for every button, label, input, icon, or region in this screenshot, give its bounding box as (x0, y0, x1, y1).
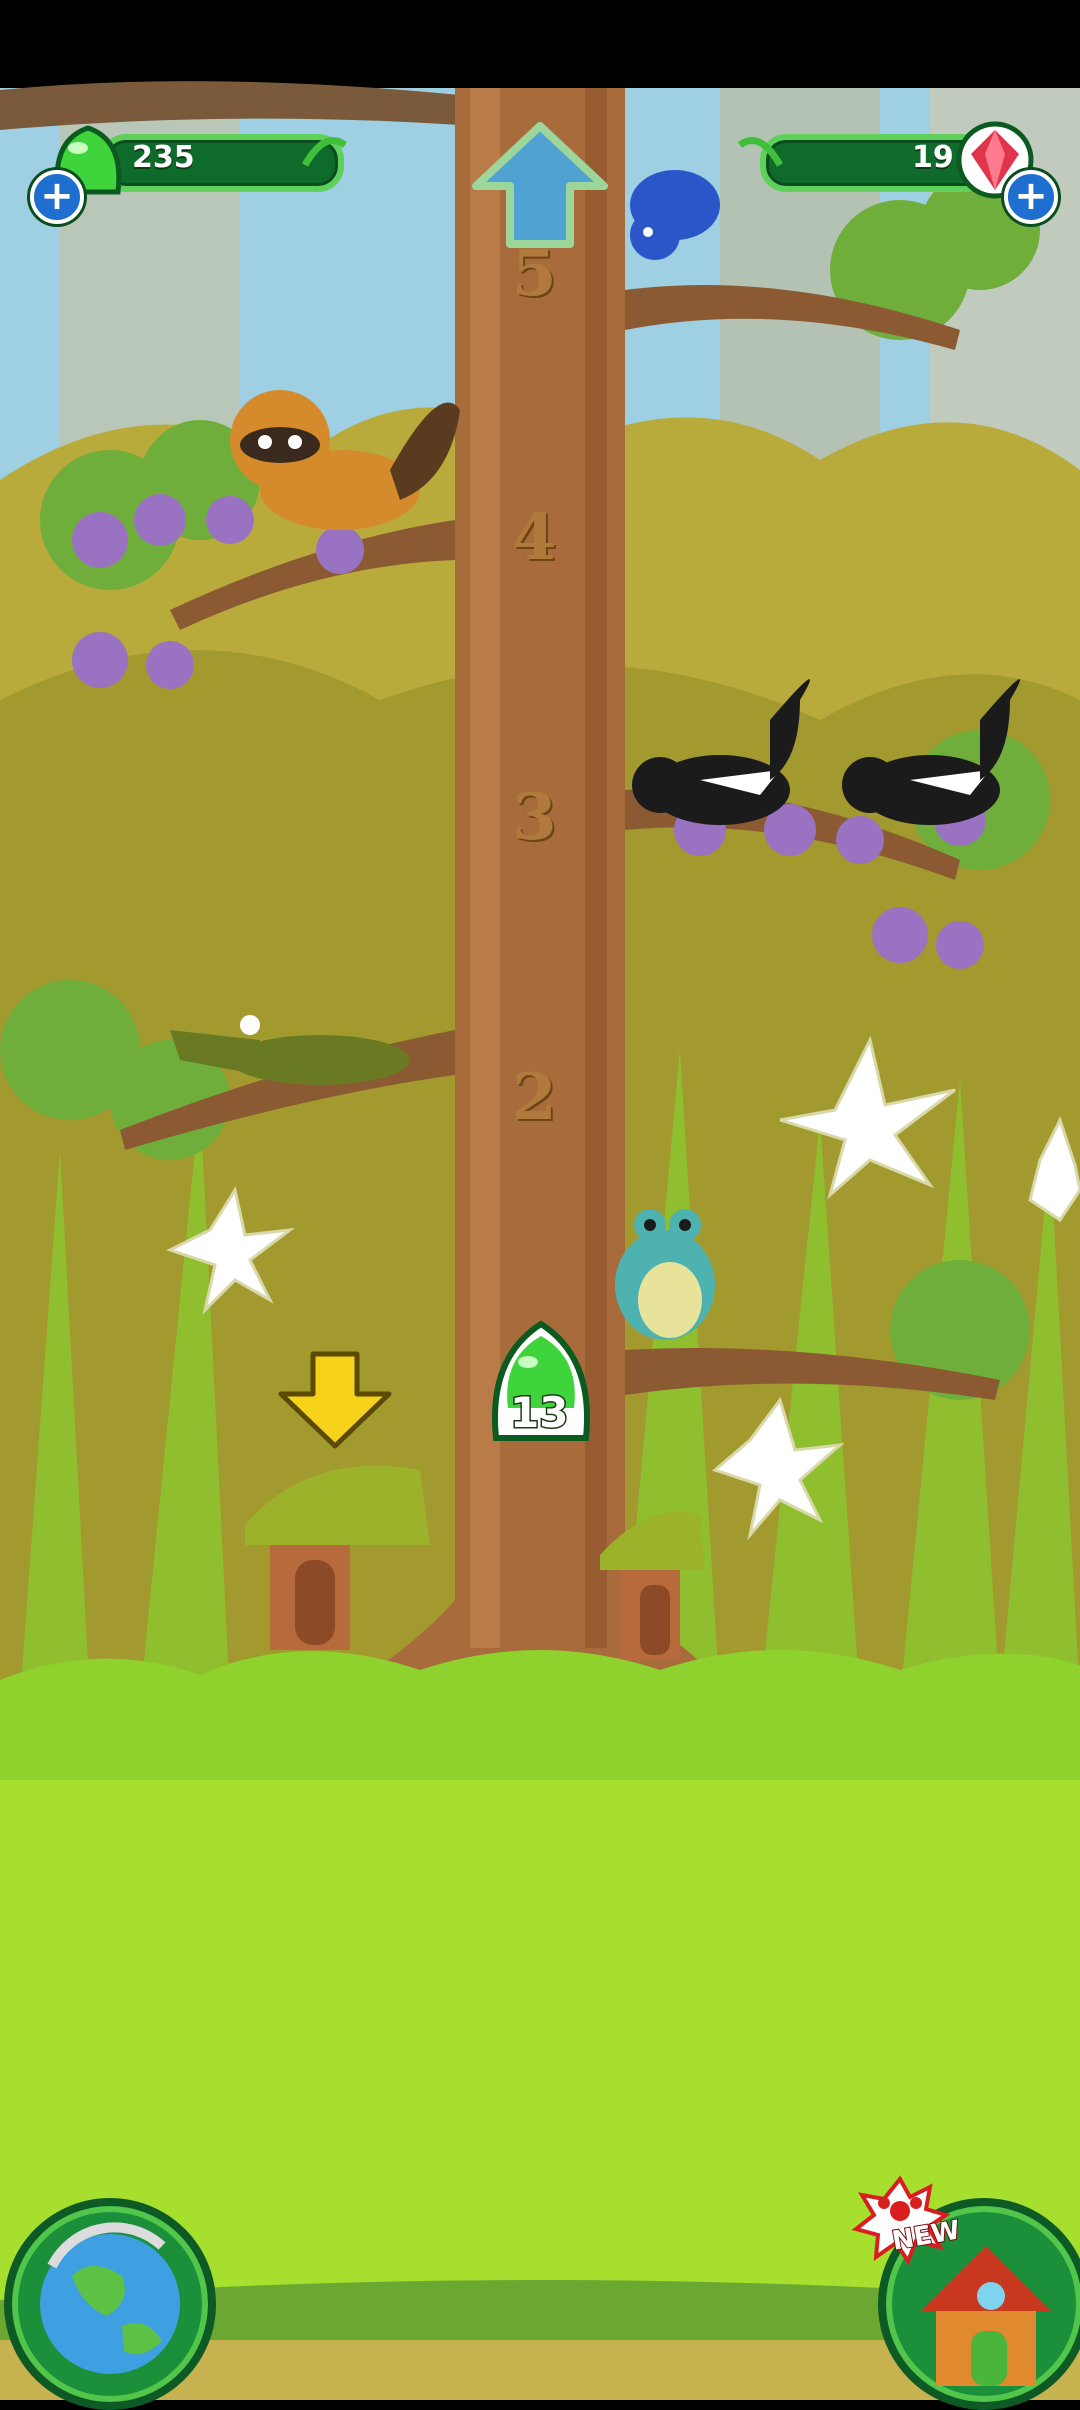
down-arrow-indicator-icon (275, 1350, 395, 1450)
jelly-reward-collect[interactable]: 13 (488, 1318, 594, 1446)
floor-number-2: 2 (512, 1060, 557, 1135)
add-gem-button[interactable]: + (1004, 170, 1058, 224)
gem-count: 19 (912, 140, 954, 175)
up-arrow-icon (472, 122, 608, 248)
plus-icon: + (40, 173, 74, 219)
vine-decoration-icon (735, 125, 785, 175)
background-art (0, 0, 1080, 2400)
tree-up-arrow-button[interactable] (470, 120, 610, 250)
jelly-count: 235 (132, 140, 195, 175)
floor-number-3: 3 (512, 780, 557, 855)
jelly-reward-amount: 13 (508, 1387, 569, 1439)
vine-decoration-icon (300, 125, 350, 175)
world-map-button[interactable] (4, 2198, 216, 2410)
add-jelly-button[interactable]: + (30, 170, 84, 224)
floor-number-4: 4 (512, 500, 557, 575)
new-badge: NEW (850, 2175, 963, 2266)
globe-icon (40, 2222, 180, 2374)
game-scene (0, 0, 1080, 2400)
plus-icon: + (1014, 173, 1048, 219)
